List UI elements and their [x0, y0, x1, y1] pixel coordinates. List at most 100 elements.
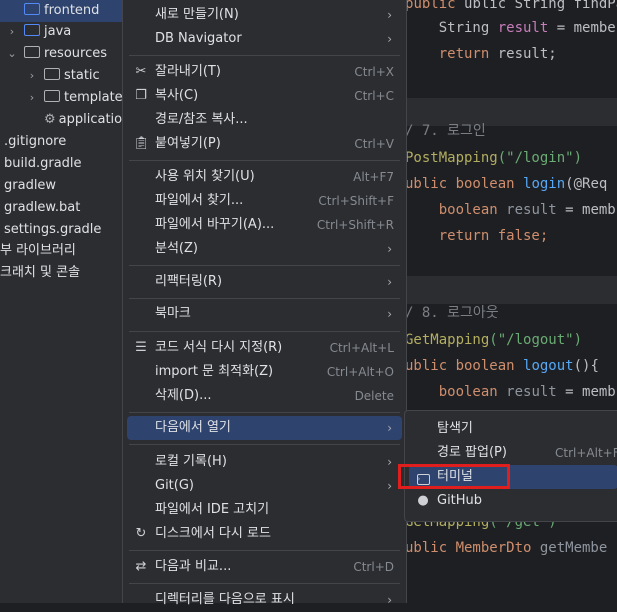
- menu-item-db-navigator[interactable]: DB Navigator ›: [127, 27, 402, 51]
- chevron-right-icon: ›: [387, 242, 392, 256]
- menu-item-label: 탐색기: [437, 421, 473, 436]
- menu-item-label: 경로/참조 복사...: [155, 112, 248, 127]
- paste-icon: 📋︎: [133, 136, 150, 151]
- shortcut-label: Alt+F7: [353, 170, 394, 184]
- shortcut-label: Ctrl+C: [354, 89, 394, 103]
- menu-item-git[interactable]: Git(G) ›: [127, 474, 402, 498]
- code-line: ublic boolean logout(){: [405, 358, 599, 374]
- chevron-right-icon: ›: [387, 8, 392, 22]
- tree-item-label: static: [64, 68, 100, 83]
- submenu-item-github[interactable]: ● GitHub: [409, 489, 617, 513]
- menu-item-paste[interactable]: 📋︎ 붙여넣기(P) Ctrl+V: [127, 132, 402, 156]
- menu-item-reload[interactable]: ↻ 디스크에서 다시 로드: [127, 522, 402, 546]
- code-line: return result;: [405, 46, 557, 62]
- tree-item-label: build.gradle: [4, 156, 82, 171]
- menu-item-label: 리팩터링(R): [155, 274, 223, 289]
- method-separator: [405, 276, 617, 304]
- menu-separator: [129, 265, 400, 266]
- shortcut-label: Ctrl+Alt+F1: [555, 446, 617, 460]
- menu-item-label: Git(G): [155, 478, 194, 493]
- chevron-right-icon: ›: [387, 307, 392, 321]
- menu-item-refactor[interactable]: 리팩터링(R) ›: [127, 270, 402, 294]
- menu-item-copy-path[interactable]: 경로/참조 복사...: [127, 108, 402, 132]
- chevron-right-icon[interactable]: ›: [26, 65, 38, 87]
- chevron-right-icon: ›: [387, 479, 392, 493]
- shortcut-label: Ctrl+D: [353, 560, 394, 574]
- menu-item-label: 경로 팝업(P): [437, 445, 507, 460]
- menu-item-optimize-imports[interactable]: import 문 최적화(Z) Ctrl+Alt+O: [127, 360, 402, 384]
- menu-separator: [129, 298, 400, 299]
- code-annotation: PostMapping("/login"): [405, 150, 583, 166]
- menu-separator: [129, 412, 400, 413]
- folder-icon: [24, 3, 40, 15]
- menu-item-open-in[interactable]: 다음에서 열기 ›: [127, 416, 402, 440]
- submenu-item-explorer[interactable]: 탐색기: [409, 417, 617, 441]
- menu-item-bookmarks[interactable]: 북마크 ›: [127, 302, 402, 326]
- menu-item-analyze[interactable]: 분석(Z) ›: [127, 237, 402, 261]
- menu-item-local-history[interactable]: 로컬 기록(H) ›: [127, 450, 402, 474]
- menu-item-label: 디스크에서 다시 로드: [155, 526, 271, 541]
- menu-separator: [129, 550, 400, 551]
- menu-item-label: 다음에서 열기: [155, 420, 231, 435]
- menu-item-label: 로컬 기록(H): [155, 454, 227, 469]
- chevron-right-icon: ›: [387, 593, 392, 607]
- menu-item-label: 잘라내기(T): [155, 64, 221, 79]
- chevron-right-icon: ›: [387, 32, 392, 46]
- folder-icon: [44, 68, 60, 80]
- chevron-right-icon[interactable]: ›: [6, 21, 18, 43]
- shortcut-label: Ctrl+Alt+O: [326, 365, 394, 379]
- code-annotation: GetMapping("/logout"): [405, 332, 583, 348]
- reload-icon: ↻: [135, 526, 147, 541]
- code-line: boolean result = memb: [405, 384, 616, 400]
- menu-item-copy[interactable]: ❐ 복사(C) Ctrl+C: [127, 84, 402, 108]
- menu-item-label: 파일에서 찾기...: [155, 193, 244, 208]
- menu-item-label: 분석(Z): [155, 241, 198, 256]
- menu-item-label: 다음과 비교...: [155, 559, 232, 574]
- folder-icon: [24, 46, 40, 58]
- menu-item-label: 삭제(D)...: [155, 388, 212, 403]
- menu-separator: [129, 583, 400, 584]
- tree-item-label: java: [44, 24, 72, 39]
- code-line: boolean result = memb: [405, 202, 616, 218]
- menu-item-label: 사용 위치 찾기(U): [155, 169, 255, 184]
- tree-item-label: 크래치 및 콘솔: [0, 265, 81, 280]
- menu-item-find-usages[interactable]: 사용 위치 찾기(U) Alt+F7: [127, 165, 402, 189]
- github-icon: ●: [417, 493, 429, 508]
- folder-icon: [24, 24, 40, 36]
- shortcut-label: Ctrl+X: [354, 65, 394, 79]
- scissors-icon: ✂: [135, 64, 147, 79]
- chevron-right-icon: ›: [387, 455, 392, 469]
- menu-item-replace-in-files[interactable]: 파일에서 바꾸기(A)... Ctrl+Shift+R: [127, 213, 402, 237]
- project-tree: frontend › java ⌄ resources › static › templates…: [0, 0, 122, 603]
- menu-item-label: DB Navigator: [155, 31, 242, 46]
- tree-item[interactable]: frontend: [0, 0, 122, 22]
- menu-item-find-in-files[interactable]: 파일에서 찾기... Ctrl+Shift+F: [127, 189, 402, 213]
- menu-item-reformat[interactable]: ☰ 코드 서식 다시 지정(R) Ctrl+Alt+L: [127, 336, 402, 360]
- menu-item-fix-ide[interactable]: 파일에서 IDE 고치기: [127, 498, 402, 522]
- menu-item-label: 붙여넣기(P): [155, 136, 221, 151]
- menu-item-delete[interactable]: 삭제(D)... Delete: [127, 384, 402, 408]
- menu-item-label: GitHub: [437, 493, 483, 508]
- chevron-right-icon: ›: [387, 275, 392, 289]
- code-line: return false;: [405, 228, 549, 244]
- tree-item-label: applicatio: [58, 112, 122, 127]
- menu-item-label: 복사(C): [155, 88, 199, 103]
- menu-item-compare-with[interactable]: ⇄ 다음과 비교... Ctrl+D: [127, 555, 402, 579]
- folder-icon: [44, 90, 60, 102]
- menu-item-label: 새로 만들기(N): [155, 7, 239, 22]
- tree-item-label: frontend: [44, 3, 100, 18]
- code-line: ublic boolean login(@Req: [405, 176, 608, 192]
- chevron-down-icon[interactable]: ⌄: [6, 43, 18, 65]
- submenu-item-path-popup[interactable]: 경로 팝업(P) Ctrl+Alt+F1: [409, 441, 617, 465]
- menu-item-label: 코드 서식 다시 지정(R): [155, 340, 283, 355]
- tree-item-label: gradlew.bat: [4, 200, 81, 215]
- tree-item-label: .gitignore: [4, 134, 67, 149]
- chevron-right-icon[interactable]: ›: [26, 87, 38, 109]
- menu-item-cut[interactable]: ✂ 잘라내기(T) Ctrl+X: [127, 60, 402, 84]
- menu-separator: [129, 55, 400, 56]
- menu-item-label: import 문 최적화(Z): [155, 364, 274, 379]
- menu-item-new[interactable]: 새로 만들기(N) ›: [127, 3, 402, 27]
- code-line: String result = member: [405, 20, 617, 36]
- shortcut-label: Ctrl+Shift+F: [318, 194, 394, 208]
- menu-item-mark-directory[interactable]: 디렉터리를 다음으로 표시 ›: [127, 588, 402, 612]
